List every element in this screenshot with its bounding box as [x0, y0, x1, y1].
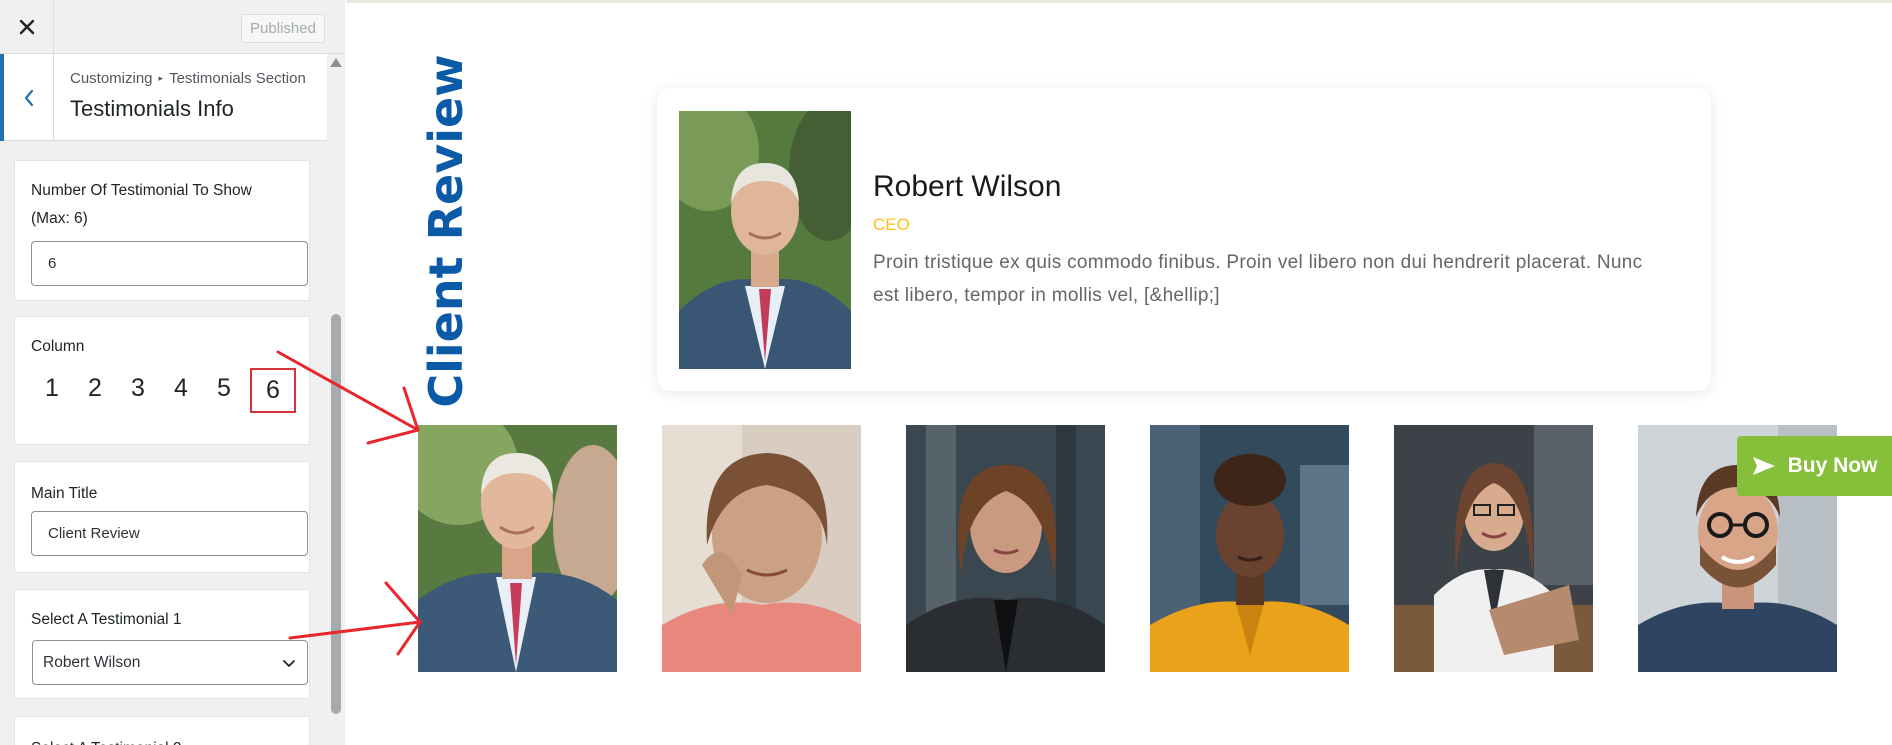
- testimonial-1-panel: Select A Testimonial 1 Robert Wilson: [14, 589, 310, 699]
- testimonial-2-label: Select A Testimonial 2: [31, 735, 182, 745]
- customizer-topbar: Published: [0, 0, 345, 54]
- column-option-3[interactable]: 3: [125, 374, 151, 403]
- back-button[interactable]: [0, 54, 54, 141]
- section-title-text: Client Review: [419, 54, 473, 408]
- buy-now-button[interactable]: Buy Now: [1737, 436, 1892, 496]
- paper-plane-icon: [1752, 457, 1775, 475]
- testimonial-count-panel: Number Of Testimonial To Show (Max: 6) 6: [14, 160, 310, 301]
- customizer-sidebar: Published Customizing ▸ Testimonials Secti…: [0, 0, 345, 745]
- close-button[interactable]: [0, 0, 54, 54]
- main-title-label: Main Title: [31, 485, 98, 502]
- testimonial-thumb-3[interactable]: [906, 425, 1105, 672]
- testimonial-thumb-4[interactable]: [1150, 425, 1349, 672]
- featured-excerpt: Proin tristique ex quis commodo finibus.…: [873, 252, 1643, 306]
- scroll-up-icon[interactable]: [330, 58, 342, 67]
- breadcrumb-separator-icon: ▸: [158, 73, 164, 83]
- testimonial-count-label: Number Of Testimonial To Show: [31, 182, 252, 199]
- sidebar-scrollbar[interactable]: [327, 54, 345, 745]
- chevron-left-icon: [24, 89, 33, 106]
- close-icon: [19, 19, 34, 35]
- column-label: Column: [31, 338, 85, 355]
- breadcrumb-root: Customizing: [70, 70, 153, 87]
- section-header: Customizing ▸ Testimonials Section Testimo…: [0, 54, 327, 141]
- column-option-4[interactable]: 4: [168, 374, 194, 403]
- featured-name: Robert Wilson: [873, 170, 1062, 203]
- main-title-input[interactable]: Client Review: [31, 511, 308, 556]
- testimonial-1-value: Robert Wilson: [43, 653, 141, 671]
- column-panel: Column 1 2 3 4 5 6: [14, 316, 310, 445]
- testimonial-count-input[interactable]: 6: [31, 241, 308, 286]
- column-option-5[interactable]: 5: [211, 374, 237, 403]
- published-button[interactable]: Published: [241, 14, 325, 43]
- testimonial-2-panel: Select A Testimonial 2: [14, 716, 310, 745]
- breadcrumb: Customizing ▸ Testimonials Section: [70, 70, 306, 87]
- featured-photo: [679, 111, 851, 369]
- testimonial-thumb-5[interactable]: [1394, 425, 1593, 672]
- page-title: Testimonials Info: [70, 96, 234, 121]
- testimonial-count-max-label: (Max: 6): [31, 210, 88, 227]
- breadcrumb-section: Testimonials Section: [169, 70, 306, 87]
- testimonial-1-label: Select A Testimonial 1: [31, 611, 182, 628]
- featured-testimonial-card: Robert Wilson CEO Proin tristique ex qui…: [657, 88, 1711, 391]
- column-option-2[interactable]: 2: [82, 374, 108, 403]
- buy-now-label: Buy Now: [1787, 454, 1878, 477]
- main-title-panel: Main Title Client Review: [14, 461, 310, 573]
- column-option-6[interactable]: 6: [250, 368, 296, 413]
- testimonial-thumb-1[interactable]: [418, 425, 617, 672]
- column-option-1[interactable]: 1: [39, 374, 65, 403]
- testimonial-thumb-2[interactable]: [662, 425, 861, 672]
- section-title: Client Review: [418, 54, 474, 407]
- featured-role: CEO: [873, 215, 910, 234]
- preview-top-border: [346, 0, 1892, 3]
- scroll-thumb[interactable]: [331, 314, 341, 714]
- chevron-down-icon: [283, 660, 295, 667]
- testimonial-1-select[interactable]: Robert Wilson: [32, 640, 308, 685]
